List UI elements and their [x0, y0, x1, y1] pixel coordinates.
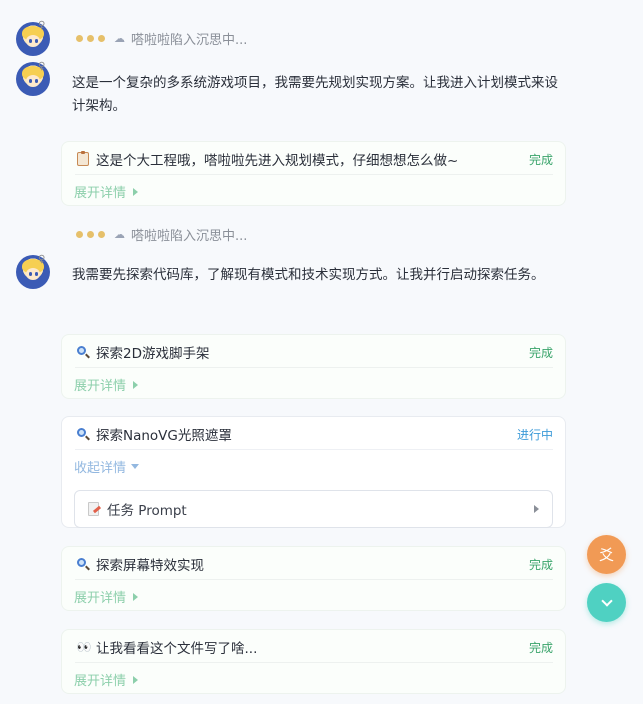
task-title: 探索2D游戏脚手架	[96, 346, 210, 362]
bug-icon: 爻	[598, 546, 614, 564]
toggle-label: 收起详情	[74, 461, 127, 476]
toggle-label: 展开详情	[74, 186, 127, 201]
loading-dots-icon	[76, 230, 105, 238]
eyes-icon: 👀	[76, 640, 92, 654]
status-badge: 完成	[528, 152, 553, 167]
thought-bubble-icon: ☁	[114, 227, 125, 241]
thinking-indicator: ☁ 嗒啦啦陷入沉思中...	[76, 225, 248, 244]
divider	[75, 579, 553, 580]
bug-report-button[interactable]: 爻	[587, 535, 626, 574]
divider	[75, 367, 553, 368]
chevron-down-icon	[600, 594, 613, 607]
divider	[75, 174, 553, 175]
expand-details-toggle[interactable]: 展开详情	[74, 670, 139, 689]
assistant-message: 我需要先探索代码库，了解现有模式和技术实现方式。让我并行启动探索任务。	[72, 264, 562, 287]
task-card: 👀 让我看看这个文件写了啥... 完成 展开详情	[61, 629, 566, 694]
lightbulb-icon: ♀	[38, 20, 46, 31]
lightbulb-icon: ♀	[38, 61, 46, 72]
caret-right-icon	[133, 675, 139, 684]
magnifier-icon	[75, 426, 91, 442]
status-badge: 完成	[528, 345, 553, 360]
expand-details-toggle[interactable]: 展开详情	[74, 375, 139, 394]
thought-bubble-icon: ☁	[114, 31, 125, 45]
task-card-active: 探索NanoVG光照遮罩 进行中 收起详情 任务 Prompt	[61, 416, 566, 528]
prompt-label: 任务 Prompt	[107, 503, 187, 519]
toggle-label: 展开详情	[74, 591, 127, 606]
loading-dots-icon	[76, 34, 105, 42]
clipboard-icon	[75, 151, 91, 167]
task-title: 探索NanoVG光照遮罩	[96, 428, 232, 444]
task-card: 探索屏幕特效实现 完成 展开详情	[61, 546, 566, 611]
caret-right-icon	[133, 380, 139, 389]
document-edit-icon	[88, 501, 102, 517]
expand-details-toggle[interactable]: 展开详情	[74, 587, 139, 606]
divider	[75, 449, 553, 450]
thinking-text: 嗒啦啦陷入沉思中...	[131, 228, 248, 244]
caret-down-icon	[131, 464, 140, 469]
magnifier-icon	[75, 344, 91, 360]
divider	[75, 662, 553, 663]
toggle-label: 展开详情	[74, 674, 127, 689]
task-card: 这是个大工程哦，嗒啦啦先进入规划模式，仔细想想怎么做~ 完成 展开详情	[61, 141, 566, 206]
expand-details-toggle[interactable]: 展开详情	[74, 182, 139, 201]
caret-right-icon	[133, 187, 139, 196]
task-card: 探索2D游戏脚手架 完成 展开详情	[61, 334, 566, 399]
toggle-label: 展开详情	[74, 379, 127, 394]
task-title: 探索屏幕特效实现	[96, 558, 204, 574]
lightbulb-icon: ♀	[38, 254, 46, 265]
magnifier-icon	[75, 556, 91, 572]
thinking-indicator: ☁ 嗒啦啦陷入沉思中...	[76, 29, 248, 48]
assistant-message: 这是一个复杂的多系统游戏项目，我需要先规划实现方案。让我进入计划模式来设计架构。	[72, 72, 562, 118]
caret-right-icon	[133, 592, 139, 601]
task-prompt-row[interactable]: 任务 Prompt	[74, 490, 553, 528]
message-text: 我需要先探索代码库，了解现有模式和技术实现方式。让我并行启动探索任务。	[72, 267, 545, 283]
status-badge: 完成	[528, 640, 553, 655]
caret-right-icon	[534, 505, 539, 513]
status-badge: 完成	[528, 557, 553, 572]
task-title: 让我看看这个文件写了啥...	[96, 641, 258, 657]
status-badge: 进行中	[516, 427, 553, 442]
message-text: 这是一个复杂的多系统游戏项目，我需要先规划实现方案。让我进入计划模式来设计架构。	[72, 75, 558, 114]
task-title: 这是个大工程哦，嗒啦啦先进入规划模式，仔细想想怎么做~	[96, 153, 459, 169]
scroll-to-bottom-button[interactable]	[587, 583, 626, 622]
collapse-details-toggle[interactable]: 收起详情	[74, 457, 140, 476]
thinking-text: 嗒啦啦陷入沉思中...	[131, 32, 248, 48]
